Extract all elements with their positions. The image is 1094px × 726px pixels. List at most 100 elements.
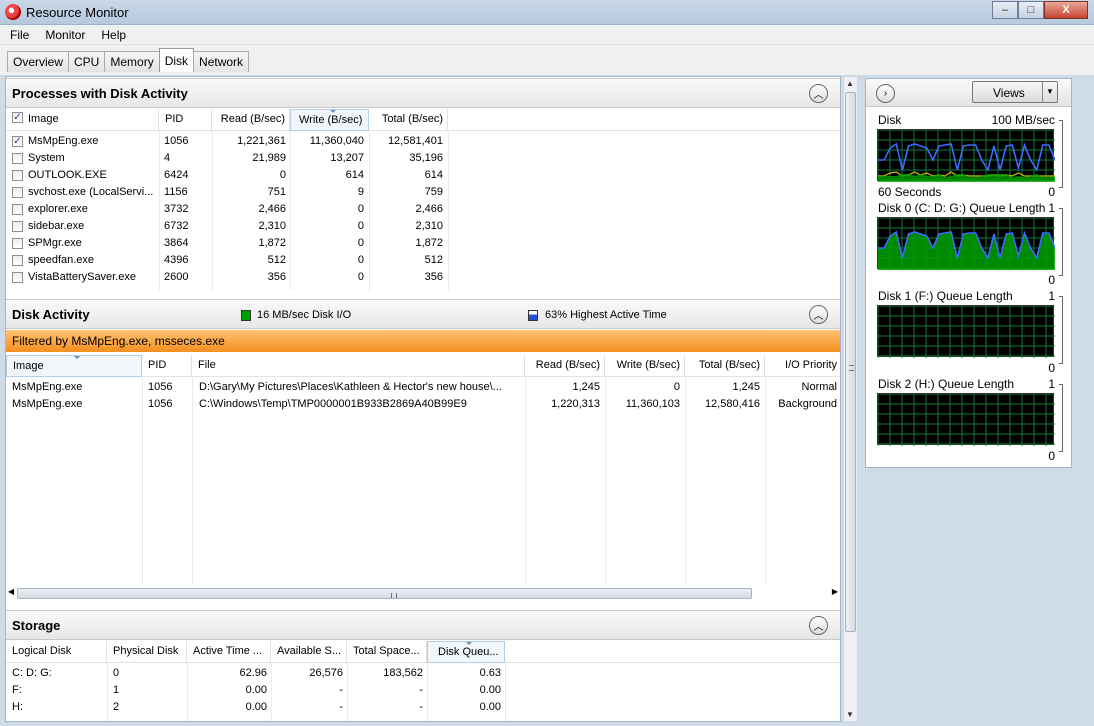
process-read: 751 bbox=[267, 186, 286, 198]
dropdown-arrow-icon[interactable]: ▼ bbox=[1042, 82, 1057, 102]
graph-footer-left: 60 Seconds bbox=[878, 185, 942, 199]
col-total-space[interactable]: Total Space... bbox=[347, 641, 427, 663]
table-row[interactable]: OUTLOOK.EXE 6424 0 614 614 bbox=[6, 167, 840, 184]
table-row[interactable]: sidebar.exe 6732 2,310 0 2,310 bbox=[6, 218, 840, 235]
close-button[interactable]: X bbox=[1044, 1, 1088, 19]
scroll-left-icon[interactable]: ◀ bbox=[8, 587, 14, 596]
scroll-down-icon[interactable]: ▼ bbox=[846, 710, 854, 719]
menu-file[interactable]: File bbox=[4, 28, 35, 42]
row-checkbox[interactable] bbox=[12, 187, 23, 198]
maximize-button[interactable]: □ bbox=[1018, 1, 1044, 19]
expand-pane-button[interactable]: › bbox=[876, 84, 895, 103]
menu-help[interactable]: Help bbox=[95, 28, 132, 42]
storage-logical: C: D: G: bbox=[12, 667, 52, 679]
tab-cpu[interactable]: CPU bbox=[68, 51, 106, 72]
col-da-total[interactable]: Total (B/sec) bbox=[685, 355, 765, 377]
col-da-pid[interactable]: PID bbox=[142, 355, 192, 377]
table-row[interactable]: SPMgr.exe 3864 1,872 0 1,872 bbox=[6, 235, 840, 252]
storage-collapse-button[interactable]: ︿ bbox=[809, 616, 828, 635]
tab-memory[interactable]: Memory bbox=[104, 51, 160, 72]
row-checkbox[interactable] bbox=[12, 238, 23, 249]
col-disk-queue[interactable]: Disk Queu... bbox=[427, 641, 505, 663]
window-title: Resource Monitor bbox=[26, 5, 129, 20]
table-row[interactable]: speedfan.exe 4396 512 0 512 bbox=[6, 252, 840, 269]
storage-logical: F: bbox=[12, 684, 22, 696]
col-active-time[interactable]: Active Time ... bbox=[187, 641, 271, 663]
process-total: 2,466 bbox=[415, 203, 443, 215]
da-total: 1,245 bbox=[732, 381, 760, 393]
graph-svg bbox=[877, 393, 1055, 446]
col-da-write[interactable]: Write (B/sec) bbox=[605, 355, 685, 377]
storage-total: 183,562 bbox=[383, 667, 423, 679]
table-row[interactable]: svchost.exe (LocalServi... 1156 751 9 759 bbox=[6, 184, 840, 201]
chevron-up-icon: ︿ bbox=[813, 311, 824, 322]
process-pid: 1056 bbox=[164, 135, 189, 147]
views-button[interactable]: Views ▼ bbox=[972, 81, 1058, 103]
disk-activity-collapse-button[interactable]: ︿ bbox=[809, 305, 828, 324]
col-physical-disk[interactable]: Physical Disk bbox=[107, 641, 187, 663]
col-read[interactable]: Read (B/sec) bbox=[212, 109, 290, 131]
row-checkbox[interactable]: ✓ bbox=[12, 136, 23, 147]
scroll-right-icon[interactable]: ▶ bbox=[832, 587, 838, 596]
da-pid: 1056 bbox=[148, 398, 173, 410]
process-total: 356 bbox=[424, 271, 443, 283]
storage-physical: 2 bbox=[113, 701, 120, 713]
disk-io-legend: 16 MB/sec Disk I/O bbox=[257, 309, 352, 321]
table-row[interactable]: VistaBatterySaver.exe 2600 356 0 356 bbox=[6, 269, 840, 286]
table-row[interactable]: MsMpEng.exe 1056 C:\Windows\Temp\TMP000000… bbox=[6, 396, 840, 413]
da-file: D:\Gary\My Pictures\Places\Kathleen & He… bbox=[199, 381, 502, 393]
minimize-button[interactable]: – bbox=[992, 1, 1018, 19]
vertical-scrollbar[interactable]: ▲ ▼ bbox=[843, 76, 858, 722]
row-checkbox[interactable] bbox=[12, 272, 23, 283]
process-read: 1,872 bbox=[258, 237, 286, 249]
da-total: 12,580,416 bbox=[704, 398, 760, 410]
row-checkbox[interactable] bbox=[12, 153, 23, 164]
select-all-checkbox[interactable]: ✓ bbox=[12, 112, 23, 123]
storage-logical: H: bbox=[12, 701, 23, 713]
disk-activity-column-header: Image PID File Read (B/sec) Write (B/sec… bbox=[6, 355, 840, 377]
tab-strip: Overview CPU Memory Disk Network bbox=[0, 45, 1094, 75]
tab-network[interactable]: Network bbox=[193, 51, 250, 72]
graph-svg bbox=[877, 129, 1056, 182]
table-row[interactable]: explorer.exe 3732 2,466 0 2,466 bbox=[6, 201, 840, 218]
table-row[interactable]: C: D: G: 0 62.96 26,576 183,562 0.63 bbox=[6, 665, 840, 682]
graph-footer-right: 0 bbox=[1048, 273, 1055, 287]
col-total[interactable]: Total (B/sec) bbox=[369, 109, 448, 131]
col-write[interactable]: Write (B/sec) bbox=[290, 109, 369, 131]
graph-bracket bbox=[1059, 384, 1063, 452]
col-da-read[interactable]: Read (B/sec) bbox=[525, 355, 605, 377]
processes-collapse-button[interactable]: ︿ bbox=[809, 84, 828, 103]
table-row[interactable]: MsMpEng.exe 1056 D:\Gary\My Pictures\Place… bbox=[6, 379, 840, 396]
tab-disk[interactable]: Disk bbox=[158, 48, 195, 72]
process-write: 0 bbox=[357, 203, 364, 215]
table-row[interactable]: ✓ MsMpEng.exe 1056 1,221,361 11,360,040 12,58… bbox=[6, 133, 840, 150]
col-da-file[interactable]: File bbox=[192, 355, 525, 377]
vertical-scroll-thumb[interactable] bbox=[845, 92, 856, 632]
menu-monitor[interactable]: Monitor bbox=[39, 28, 91, 42]
scroll-up-icon[interactable]: ▲ bbox=[846, 79, 854, 88]
row-checkbox[interactable] bbox=[12, 204, 23, 215]
horizontal-scroll-thumb[interactable] bbox=[17, 588, 752, 599]
row-checkbox[interactable] bbox=[12, 170, 23, 181]
table-row[interactable]: System 4 21,989 13,207 35,196 bbox=[6, 150, 840, 167]
tab-overview[interactable]: Overview bbox=[7, 51, 70, 72]
col-pid[interactable]: PID bbox=[159, 109, 212, 131]
col-available-space[interactable]: Available S... bbox=[271, 641, 347, 663]
storage-queue: 0.00 bbox=[479, 684, 501, 696]
row-checkbox[interactable] bbox=[12, 255, 23, 266]
row-checkbox[interactable] bbox=[12, 221, 23, 232]
processes-header[interactable]: Processes with Disk Activity ︿ bbox=[6, 78, 840, 108]
graph-bracket bbox=[1059, 208, 1063, 276]
disk-activity-header[interactable]: Disk Activity 16 MB/sec Disk I/O 63% Hig… bbox=[6, 299, 840, 329]
process-total: 1,872 bbox=[415, 237, 443, 249]
col-da-priority[interactable]: I/O Priority bbox=[765, 355, 840, 377]
col-image[interactable]: ✓ Image bbox=[6, 109, 159, 131]
table-row[interactable]: H: 2 0.00 - - 0.00 bbox=[6, 699, 840, 716]
process-image: SPMgr.exe bbox=[28, 237, 82, 249]
table-row[interactable]: F: 1 0.00 - - 0.00 bbox=[6, 682, 840, 699]
horizontal-scrollbar[interactable]: ◀ ▶ bbox=[8, 586, 838, 601]
storage-header[interactable]: Storage ︿ bbox=[6, 610, 840, 640]
storage-physical: 1 bbox=[113, 684, 120, 696]
col-logical-disk[interactable]: Logical Disk bbox=[6, 641, 107, 663]
col-da-image[interactable]: Image bbox=[6, 355, 142, 377]
